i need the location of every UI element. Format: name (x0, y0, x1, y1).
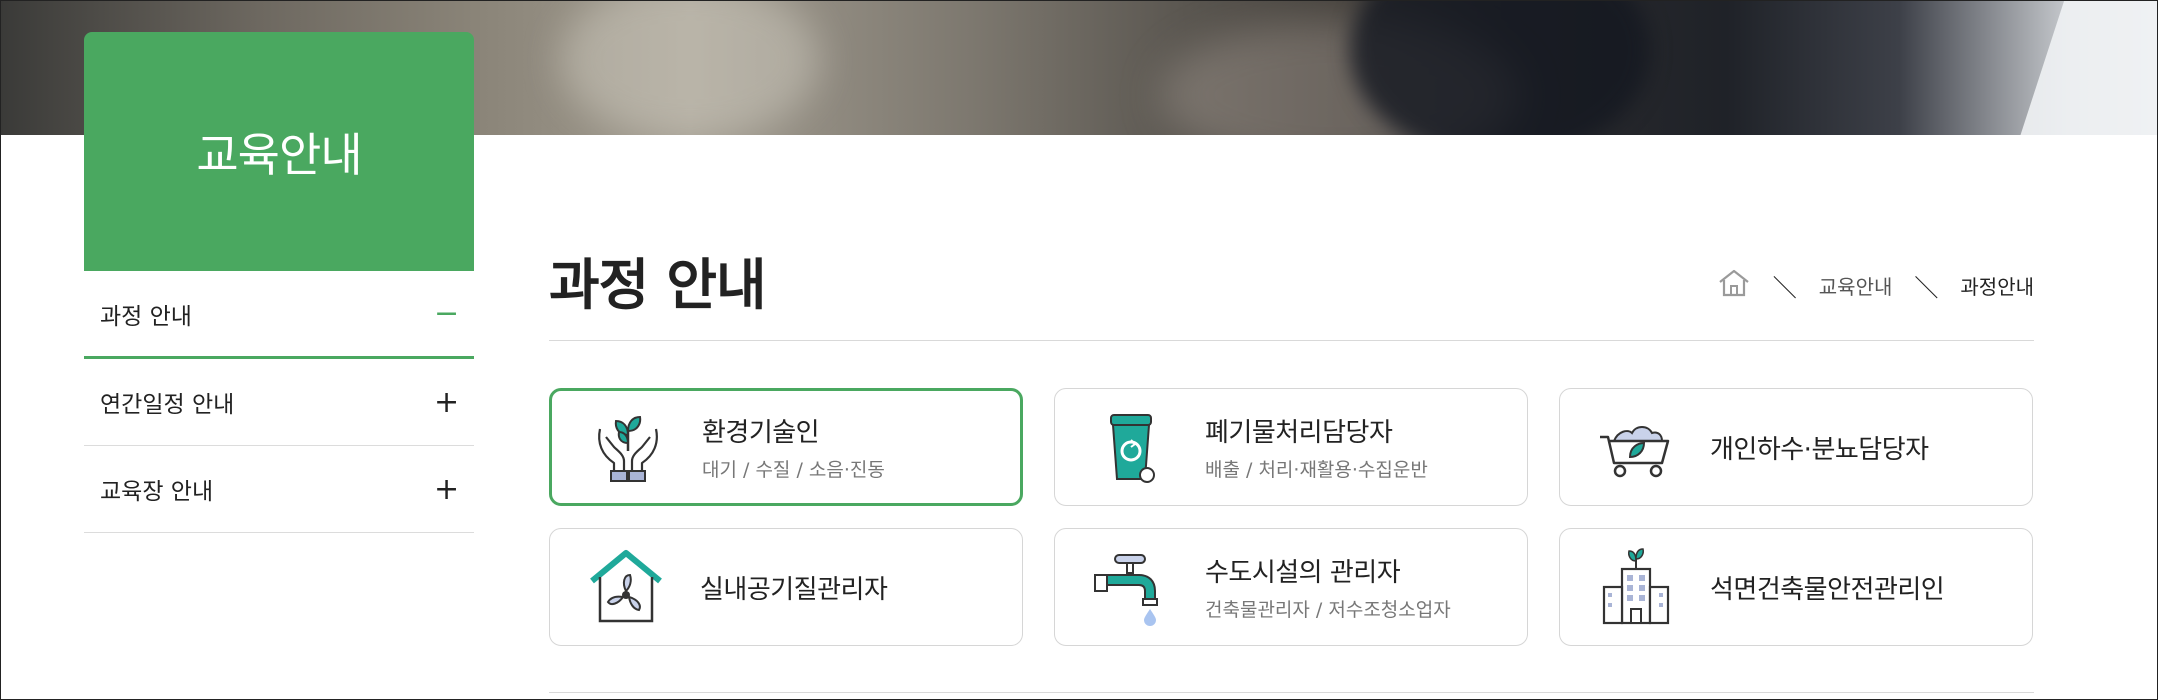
course-name: 실내공기질관리자 (700, 574, 888, 605)
sidebar-item-label: 과정 안내 (100, 303, 192, 330)
sidebar-title: 교육안내 (196, 127, 362, 182)
sidebar-title-box: 교육안내 (84, 32, 474, 271)
course-name: 환경기술인 (702, 418, 820, 448)
course-card-sewage-manager[interactable]: 개인하수·분뇨담당자 (1559, 388, 2033, 506)
plus-icon: + (434, 384, 460, 420)
building-plant-icon (1602, 548, 1670, 625)
course-card-water-facility[interactable]: 수도시설의 관리자 건축물관리자 / 저수조청소업자 (1054, 528, 1528, 646)
hands-plant-icon (598, 415, 658, 482)
title-divider (549, 340, 2034, 341)
breadcrumb-separator: ＼ (1772, 274, 1797, 302)
sidebar-item-label: 연간일정 안내 (100, 392, 235, 418)
sidebar-item-annual-schedule[interactable]: 연간일정 안내 + (84, 359, 474, 446)
course-card-env-technician[interactable]: 환경기술인 대기 / 수질 / 소음·진동 (549, 388, 1023, 506)
course-card-waste-manager[interactable]: 폐기물처리담당자 배출 / 처리·재활용·수집운반 (1054, 388, 1528, 506)
course-subtitle: 건축물관리자 / 저수조청소업자 (1205, 599, 1451, 621)
water-faucet-icon (1094, 554, 1158, 626)
recycle-bin-icon (1110, 414, 1155, 483)
bottom-divider (549, 692, 2034, 693)
sidebar-menu: 과정 안내 − 연간일정 안내 + 교육장 안내 + (84, 271, 474, 533)
home-icon[interactable] (1717, 268, 1751, 303)
course-subtitle: 배출 / 처리·재활용·수집운반 (1205, 459, 1428, 481)
course-subtitle: 대기 / 수질 / 소음·진동 (702, 459, 885, 481)
plus-icon: + (434, 471, 460, 507)
breadcrumb-current: 과정안내 (1960, 275, 2034, 299)
cart-leaf-icon (1600, 426, 1670, 478)
breadcrumb-separator: ＼ (1914, 274, 1939, 302)
page-title: 과정 안내 (549, 253, 767, 317)
breadcrumb: ＼ 교육안내 ＼ 과정안내 (1717, 268, 2034, 303)
course-name: 폐기물처리담당자 (1205, 418, 1393, 448)
sidebar-item-course-info[interactable]: 과정 안내 − (84, 271, 474, 359)
minus-icon: − (434, 296, 460, 331)
house-fan-icon (590, 550, 662, 623)
breadcrumb-link[interactable]: 교육안내 (1819, 271, 1893, 300)
course-name: 개인하수·분뇨담당자 (1710, 434, 1929, 465)
course-card-indoor-air[interactable]: 실내공기질관리자 (549, 528, 1023, 646)
sidebar-item-label: 교육장 안내 (100, 479, 214, 505)
course-name: 수도시설의 관리자 (1205, 558, 1401, 588)
course-card-asbestos-building[interactable]: 석면건축물안전관리인 (1559, 528, 2033, 646)
sidebar-item-training-center[interactable]: 교육장 안내 + (84, 446, 474, 533)
course-name: 석면건축물안전관리인 (1710, 574, 1945, 605)
